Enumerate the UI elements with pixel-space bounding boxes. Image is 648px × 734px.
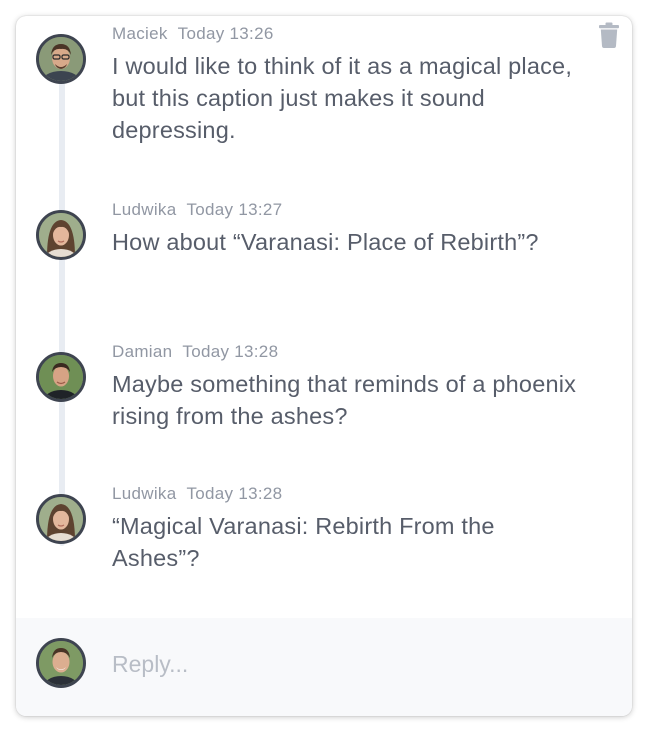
reply-area: [16, 618, 632, 716]
comment-text: I would like to think of it as a magical…: [112, 53, 573, 143]
avatar: [36, 210, 86, 260]
reply-input[interactable]: [112, 646, 602, 682]
comment-text: Maybe something that reminds of a phoeni…: [112, 371, 577, 429]
avatar: [36, 494, 86, 544]
comment-text: How about “Varanasi: Place of Rebirth”?: [112, 229, 539, 255]
comment-text: “Magical Varanasi: Rebirth From the Ashe…: [112, 513, 495, 571]
comment-author: Maciek: [112, 24, 168, 43]
comment-thread-card: Maciek Today 13:26 I would like to think …: [16, 16, 632, 716]
comment-meta: Damian Today 13:28: [112, 342, 278, 362]
comment-meta: Maciek Today 13:26: [112, 24, 274, 44]
avatar: [36, 34, 86, 84]
thread-connector-line: [59, 76, 65, 546]
comment-timestamp: Today 13:27: [186, 200, 283, 219]
comment-author: Damian: [112, 342, 173, 361]
comment-timestamp: Today 13:28: [186, 484, 283, 503]
comment-timestamp: Today 13:28: [182, 342, 279, 361]
comment-meta: Ludwika Today 13:27: [112, 200, 282, 220]
avatar: [36, 352, 86, 402]
comment-author: Ludwika: [112, 484, 177, 503]
comment-meta: Ludwika Today 13:28: [112, 484, 282, 504]
trash-icon[interactable]: [599, 22, 619, 48]
current-user-avatar: [36, 638, 86, 688]
comment-author: Ludwika: [112, 200, 177, 219]
comment-timestamp: Today 13:26: [177, 24, 274, 43]
